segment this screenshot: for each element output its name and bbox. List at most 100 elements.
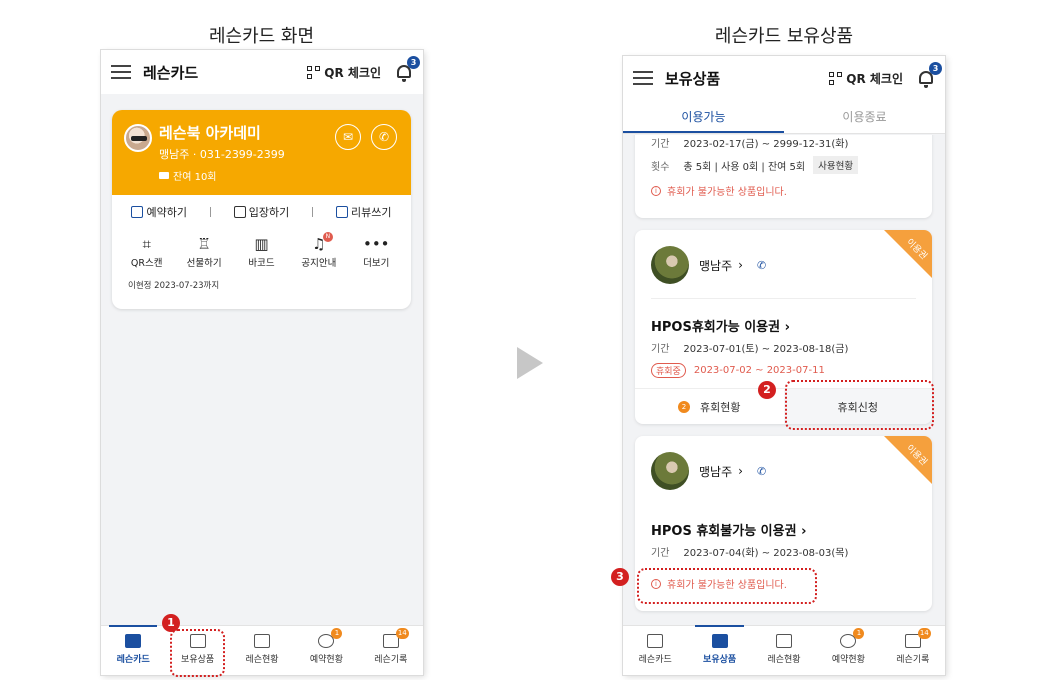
notification-badge: 3 [929, 62, 942, 75]
nav-lesson-card[interactable]: 레슨카드 [101, 625, 165, 675]
nav-badge: 14 [917, 628, 931, 639]
call-icon[interactable]: ✆ [371, 124, 397, 150]
page-title: 레슨카드 [143, 63, 199, 82]
bottom-nav: 레슨카드 보유상품 레슨현황 1 예약현황 14 레슨기록 [101, 625, 423, 675]
calendar-icon [776, 634, 793, 648]
menu-label: QR스캔 [130, 258, 163, 269]
right-caption: 레슨카드 보유상품 [714, 26, 854, 47]
notification-bell-icon[interactable]: 3 [395, 56, 420, 82]
qr-icon [829, 71, 843, 85]
phone-icon[interactable]: ✆ [757, 465, 766, 478]
nav-label: 레슨카드 [638, 655, 672, 665]
chat-icon[interactable]: ✉ [335, 124, 361, 150]
expiry-text: 이현정 2023-07-23까지 [128, 281, 220, 291]
product-name[interactable]: HPOS휴회가능 이용권 › [651, 316, 790, 335]
notice-bell-icon: ♫ N [291, 232, 347, 255]
ticket-corner-badge: 이용권 [884, 230, 932, 278]
nav-label: 예약현황 [831, 655, 865, 665]
nav-label: 보유상품 [703, 655, 737, 665]
nav-label: 레슨현황 [245, 655, 279, 665]
nav-lesson-status[interactable]: 레슨현황 [230, 626, 294, 675]
chevron-right-icon: › [801, 524, 807, 539]
notification-bell-icon[interactable]: 3 [917, 62, 942, 88]
member-phone: 맹남주 · 031-2399-2399 [159, 148, 285, 161]
review-button[interactable]: 리뷰쓰기 [336, 204, 392, 220]
nav-reservations[interactable]: 1 예약현황 [816, 626, 880, 675]
period-label: 기간 [651, 139, 670, 150]
qr-checkin-label: QR 체크인 [846, 71, 903, 86]
qr-checkin-button[interactable]: QR 체크인 [829, 70, 903, 87]
usage-status-button[interactable]: 사용현황 [813, 156, 859, 174]
tab-available[interactable]: 이용가능 [623, 100, 784, 133]
product-name[interactable]: HPOS 휴회불가능 이용권 › [651, 520, 806, 539]
avatar [651, 452, 689, 490]
quick-menu: ⌗ QR스캔 ♖ 선물하기 ▥ 바코드 ♫ N 공지안내 ••• 더보기 [112, 229, 411, 269]
calendar-icon [254, 634, 271, 648]
nav-badge: 1 [853, 628, 865, 639]
nav-lesson-log[interactable]: 14 레슨기록 [359, 626, 423, 675]
period-row: 기간 2023-07-01(토) ~ 2023-08-18(금) [651, 340, 848, 355]
product-card-partial[interactable]: 기간 2023-02-17(금) ~ 2999-12-31(화) 횟수 총 5회 |… [635, 135, 932, 218]
notification-badge: 3 [407, 56, 420, 69]
period-row: 기간 2023-02-17(금) ~ 2999-12-31(화) [651, 135, 848, 150]
period-value: 2023-07-01(토) ~ 2023-08-18(금) [683, 344, 849, 355]
product-tabs: 이용가능 이용종료 [623, 100, 945, 134]
nav-badge: 14 [395, 628, 409, 639]
nav-lesson-log[interactable]: 14 레슨기록 [881, 626, 945, 675]
nav-label: 레슨기록 [374, 655, 408, 665]
remaining-label: 잔여 10회 [173, 172, 217, 183]
tab-ended[interactable]: 이용종료 [784, 100, 945, 133]
highlight-pause-apply [785, 380, 934, 430]
menu-notice[interactable]: ♫ N 공지안내 [291, 232, 347, 269]
owner-row[interactable]: 맹남주 › ✆ [651, 246, 766, 284]
academy-avatar [124, 124, 152, 152]
step-1-marker: 1 [162, 614, 180, 632]
info-icon: i [651, 185, 661, 196]
menu-label: 공지안내 [301, 258, 337, 269]
divider [651, 298, 916, 299]
menu-qr-scan[interactable]: ⌗ QR스캔 [119, 233, 175, 269]
nav-lesson-card[interactable]: 레슨카드 [623, 626, 687, 675]
pause-tag: 휴회중 [651, 363, 686, 378]
top-bar: 보유상품 QR 체크인 3 [623, 56, 945, 100]
menu-more[interactable]: ••• 더보기 [348, 233, 404, 269]
corner-label: 이용권 [904, 237, 929, 262]
nav-reservations[interactable]: 1 예약현황 [294, 626, 358, 675]
nav-lesson-status[interactable]: 레슨현황 [752, 626, 816, 675]
nav-label: 레슨기록 [896, 655, 930, 665]
count-value: 총 5회 | 사용 0회 | 잔여 5회 [683, 161, 806, 173]
period-label: 기간 [651, 344, 670, 355]
menu-icon[interactable] [633, 71, 653, 85]
menu-barcode[interactable]: ▥ 바코드 [233, 233, 289, 269]
highlight-no-pause-notice [637, 568, 817, 604]
phone-icon[interactable]: ✆ [757, 259, 766, 272]
card-icon [159, 172, 169, 179]
nav-products[interactable]: 보유상품 [687, 625, 751, 675]
step-3-marker: 3 [611, 568, 629, 586]
chevron-right-icon: › [738, 464, 743, 478]
qr-checkin-button[interactable]: QR 체크인 [307, 64, 381, 81]
chevron-right-icon: › [738, 258, 743, 272]
menu-label: 더보기 [363, 258, 390, 269]
period-row: 기간 2023-07-04(화) ~ 2023-08-03(목) [651, 544, 848, 559]
menu-gift[interactable]: ♖ 선물하기 [176, 233, 232, 269]
owner-row[interactable]: 맹남주 › ✆ [651, 452, 766, 490]
chevron-right-icon: › [784, 320, 790, 335]
menu-icon[interactable] [111, 65, 131, 79]
reserve-button[interactable]: 예약하기 [131, 204, 187, 220]
review-label: 리뷰쓰기 [351, 206, 392, 219]
avatar [651, 246, 689, 284]
menu-label: 바코드 [248, 258, 275, 269]
left-caption: 레슨카드 화면 [208, 26, 315, 47]
menu-label: 선물하기 [186, 258, 222, 269]
id-card-icon [125, 634, 142, 648]
enter-button[interactable]: 입장하기 [233, 204, 289, 220]
divider [209, 207, 211, 217]
nav-label: 레슨현황 [767, 655, 801, 665]
highlight-products-nav [170, 629, 225, 677]
remaining-count: 잔여 10회 [159, 168, 217, 183]
divider [312, 207, 314, 217]
nav-label: 레슨카드 [116, 655, 150, 665]
ticket-corner-badge: 이용권 [884, 436, 932, 484]
lesson-card[interactable]: 레슨북 아카데미 맹남주 · 031-2399-2399 잔여 10회 ✉ ✆ … [112, 110, 411, 309]
